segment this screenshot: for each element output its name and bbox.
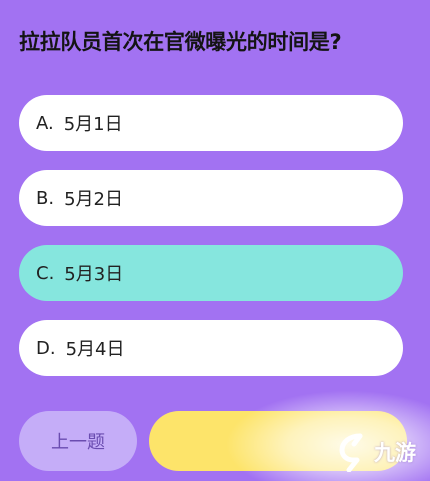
option-label: 5月2日	[64, 189, 123, 210]
option-label: 5月3日	[64, 264, 124, 285]
next-question-button[interactable]	[149, 411, 407, 471]
question-title: 拉拉队员首次在官微曝光的时间是?	[19, 30, 342, 54]
prev-question-button[interactable]: 上一题	[19, 411, 137, 471]
option-letter: C.	[36, 262, 55, 284]
option-c[interactable]: C. 5月3日	[19, 245, 403, 301]
option-letter: D.	[36, 337, 56, 359]
option-letter: A.	[36, 112, 54, 134]
option-b[interactable]: B. 5月2日	[19, 170, 403, 226]
option-a[interactable]: A. 5月1日	[19, 95, 403, 151]
options-list: A. 5月1日 B. 5月2日 C. 5月3日 D. 5月4日	[19, 95, 403, 395]
option-letter: B.	[36, 187, 55, 209]
option-label: 5月1日	[63, 114, 123, 135]
option-d[interactable]: D. 5月4日	[19, 320, 403, 376]
option-label: 5月4日	[65, 339, 125, 360]
